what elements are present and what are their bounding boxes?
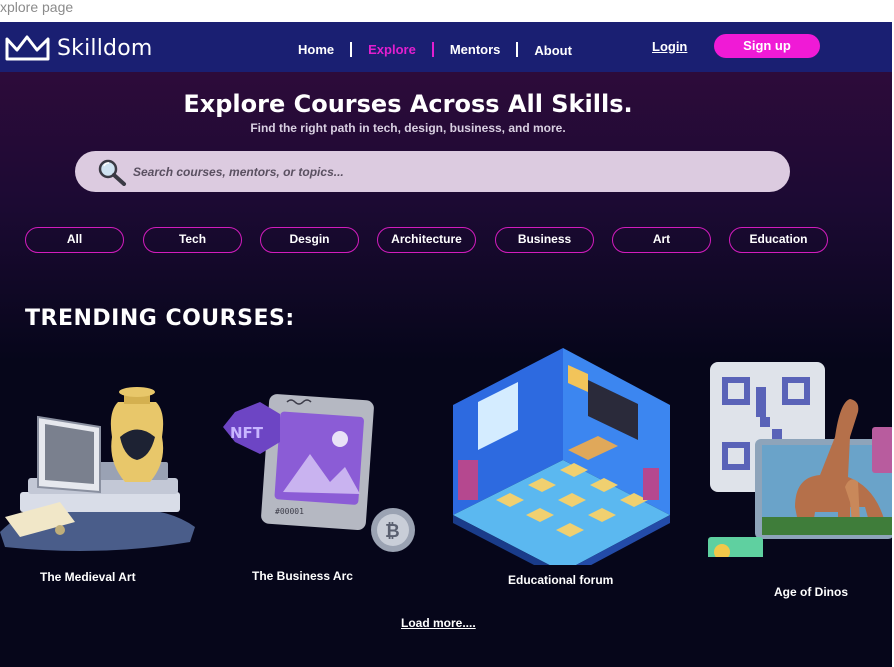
nav-divider — [516, 41, 519, 57]
nav-mentors-link[interactable]: Mentors — [450, 42, 501, 57]
category-chip-education[interactable]: Education — [729, 227, 828, 253]
page-frame: Skilldom Home Explore Mentors About Logi… — [0, 22, 892, 667]
course-title: Educational forum — [508, 573, 614, 587]
main-nav: Home Explore Mentors About — [298, 40, 572, 58]
brand-name: Skilldom — [57, 35, 153, 61]
browser-tab-label: xplore page — [0, 0, 74, 15]
search-bar[interactable]: Search courses, mentors, or topics... — [75, 151, 790, 192]
category-chip-art[interactable]: Art — [612, 227, 711, 253]
signup-button[interactable]: Sign up — [714, 34, 820, 58]
dinosaur-illustration — [708, 362, 892, 557]
category-chip-tech[interactable]: Tech — [143, 227, 242, 253]
page-subtitle: Find the right path in tech, design, bus… — [250, 121, 566, 135]
category-chip-design[interactable]: Desgin — [260, 227, 359, 253]
nav-divider — [350, 41, 353, 57]
top-navbar: Skilldom Home Explore Mentors About Logi… — [0, 22, 892, 72]
magnifier-icon — [98, 159, 126, 186]
course-card-age-of-dinos[interactable]: Age of Dinos — [700, 357, 892, 599]
brand-logo[interactable]: Skilldom — [4, 33, 153, 63]
nav-divider — [431, 41, 434, 57]
category-chip-all[interactable]: All — [25, 227, 124, 253]
svg-text:₿: ₿ — [385, 521, 400, 542]
business-arc-illustration: #00001 NFT ₿ — [223, 394, 415, 552]
course-card-business-arc[interactable]: #00001 NFT ₿ The Business Arc — [205, 342, 425, 583]
svg-text:NFT: NFT — [230, 424, 264, 442]
page-title: Explore Courses Across All Skills. — [183, 90, 633, 118]
course-card-medieval-art[interactable]: The Medieval Art — [0, 342, 200, 584]
search-input[interactable]: Search courses, mentors, or topics... — [133, 165, 344, 179]
login-link[interactable]: Login — [652, 39, 687, 54]
medieval-art-illustration — [0, 387, 195, 551]
category-chip-business[interactable]: Business — [495, 227, 594, 253]
category-chip-architecture[interactable]: Architecture — [377, 227, 476, 253]
classroom-illustration — [453, 348, 670, 565]
course-title: The Medieval Art — [40, 570, 136, 584]
crown-icon — [5, 35, 50, 61]
trending-heading: TRENDING COURSES: — [25, 306, 295, 331]
course-title: Age of Dinos — [774, 585, 848, 599]
nav-home-link[interactable]: Home — [298, 42, 334, 57]
nav-explore-link[interactable]: Explore — [368, 42, 416, 57]
course-title: The Business Arc — [252, 569, 353, 583]
course-card-educational-forum[interactable]: Educational forum — [448, 340, 678, 587]
nav-about-link[interactable]: About — [534, 43, 572, 58]
load-more-link[interactable]: Load more.... — [401, 616, 476, 630]
svg-text:#00001: #00001 — [275, 507, 304, 516]
